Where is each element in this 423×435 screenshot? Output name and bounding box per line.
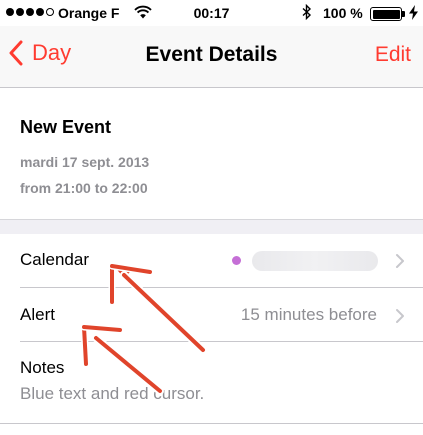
status-bar: Orange F 00:17 100 %	[0, 0, 423, 26]
calendar-label: Calendar	[20, 250, 89, 269]
charging-bolt-icon	[409, 5, 418, 20]
event-title: New Event	[20, 117, 112, 137]
event-date: mardi 17 sept. 2013	[20, 154, 150, 170]
battery-percentage: 100 %	[323, 5, 363, 21]
event-time: from 21:00 to 22:00	[20, 180, 148, 196]
alert-value: 15 minutes before	[240, 305, 377, 324]
calendar-name-redacted	[252, 251, 378, 271]
chevron-right-icon	[396, 309, 404, 323]
chevron-right-icon	[396, 254, 404, 268]
page-title: Event Details	[145, 43, 278, 66]
navigation-bar: Day Event Details Edit	[0, 26, 423, 88]
bluetooth-icon	[302, 4, 312, 20]
calendar-color-dot	[232, 256, 241, 265]
alert-row[interactable]: Alert 15 minutes before	[0, 288, 423, 342]
notes-label: Notes	[20, 358, 65, 377]
calendar-row[interactable]: Calendar	[0, 234, 423, 288]
alert-label: Alert	[20, 305, 55, 324]
edit-button[interactable]: Edit	[375, 43, 411, 67]
notes-text: Blue text and red cursor.	[20, 384, 205, 403]
section-divider	[0, 219, 423, 235]
event-summary: New Event mardi 17 sept. 2013 from 21:00…	[0, 89, 423, 219]
notes-row[interactable]: Notes Blue text and red cursor.	[0, 342, 423, 422]
battery-icon	[370, 7, 402, 21]
